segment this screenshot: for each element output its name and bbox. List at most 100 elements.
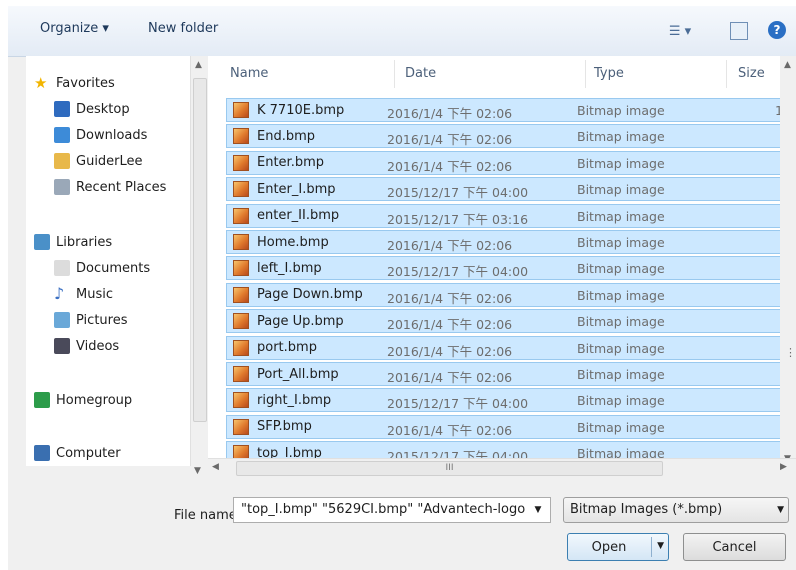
cancel-button-label: Cancel [712,539,757,555]
file-type: Bitmap image [577,393,665,409]
file-row[interactable]: right_I.bmp 2015/12/17 下午 04:00 Bitmap ima… [226,388,796,413]
sidebar-item-computer[interactable]: Computer [34,442,121,464]
file-row[interactable]: Page Up.bmp 2016/1/4 下午 02:06 Bitmap image [226,309,796,334]
file-row[interactable]: End.bmp 2016/1/4 下午 02:06 Bitmap image [226,124,796,149]
sidebar-item-videos[interactable]: Videos [54,335,119,357]
scroll-up-arrow-icon[interactable]: ▲ [195,60,202,70]
file-row[interactable]: left_I.bmp 2015/12/17 下午 04:00 Bitmap imag… [226,256,796,281]
file-date: 2015/12/17 下午 04:00 [387,264,529,280]
file-type: Bitmap image [577,129,665,145]
file-name: End.bmp [257,128,316,144]
desktop-icon [54,101,70,117]
file-date: 2015/12/17 下午 04:00 [387,185,529,201]
homegroup-icon [34,392,50,408]
sidebar-item-label: Recent Places [76,179,167,195]
file-date: 2015/12/17 下午 03:16 [387,211,529,227]
file-date: 2016/1/4 下午 02:06 [387,132,513,148]
scroll-up-arrow-icon[interactable]: ▲ [784,60,791,70]
sidebar-item-label: Pictures [76,312,128,328]
open-options-chevron-icon[interactable]: ▼ [657,541,664,551]
file-type: Bitmap image [577,261,665,277]
file-name: SFP.bmp [257,419,312,435]
file-row[interactable]: K 7710E.bmp 2016/1/4 下午 02:06 Bitmap image… [226,98,796,122]
file-row[interactable]: Port_All.bmp 2016/1/4 下午 02:06 Bitmap imag… [226,362,796,386]
file-date: 2016/1/4 下午 02:06 [387,343,513,359]
new-folder-button[interactable]: New folder [148,21,218,36]
sidebar-item-label: Music [76,286,113,302]
file-row[interactable]: Enter_I.bmp 2015/12/17 下午 04:00 Bitmap ima… [226,177,796,202]
preview-pane-button[interactable] [730,21,748,41]
bitmap-file-icon [233,366,249,382]
scroll-left-arrow-icon[interactable]: ◀ [212,462,219,472]
bitmap-file-icon [233,154,249,171]
open-button[interactable]: Open ▼ [567,533,669,561]
cancel-button[interactable]: Cancel [683,533,786,561]
scroll-down-arrow-icon[interactable]: ▼ [194,466,201,476]
file-row[interactable]: port.bmp 2016/1/4 下午 02:06 Bitmap image [226,335,796,360]
file-type: Bitmap image [577,287,665,303]
sidebar-item-libraries[interactable]: Libraries [34,231,112,253]
sidebar-item-homegroup[interactable]: Homegroup [34,389,132,411]
file-name: Port_All.bmp [257,366,339,382]
sidebar-item-favorites[interactable]: ★ Favorites [34,72,115,94]
file-open-dialog: Organize ▾ New folder ☰ ▾ ? ★ Favorites De… [8,6,796,570]
computer-icon [34,445,50,461]
organize-button[interactable]: Organize ▾ [40,21,109,36]
file-row[interactable]: enter_II.bmp 2015/12/17 下午 03:16 Bitmap im… [226,203,796,228]
chevron-down-icon: ▼ [777,505,784,515]
sidebar-item-label: Libraries [56,234,113,250]
file-name: Enter.bmp [257,155,324,171]
column-divider[interactable] [585,60,586,88]
file-date: 2015/12/17 下午 04:00 [387,396,529,412]
file-row[interactable]: Home.bmp 2016/1/4 下午 02:06 Bitmap image [226,230,796,254]
file-list-vertical-scrollbar[interactable]: ▲ ⋮ ▼ [780,56,796,466]
file-type: Bitmap image [577,367,665,382]
file-name: right_I.bmp [257,392,332,408]
file-row[interactable]: Page Down.bmp 2016/1/4 下午 02:06 Bitmap ima… [226,282,796,307]
navigation-scroll-thumb[interactable] [193,78,207,422]
file-type-filter-select[interactable]: Bitmap Images (*.bmp) ▼ [563,497,789,523]
file-name: Enter_I.bmp [257,181,336,197]
bitmap-file-icon [233,286,249,303]
column-header-row: Name ˄ Date Type Size [208,56,796,92]
sidebar-item-label: Computer [56,445,121,461]
file-name: enter_II.bmp [257,208,340,224]
file-name: left_I.bmp [257,260,322,276]
file-name-cell: enter_II.bmp [233,207,340,224]
file-row[interactable]: SFP.bmp 2016/1/4 下午 02:06 Bitmap image [226,414,796,439]
scroll-grip-icon[interactable]: ⋮ [785,346,796,359]
sidebar-item-desktop[interactable]: Desktop [54,98,130,120]
sidebar-item-documents[interactable]: Documents [54,257,150,279]
column-header-type[interactable]: Type [594,66,624,81]
column-header-date[interactable]: Date [405,66,436,81]
bitmap-file-icon [233,207,249,224]
sidebar-item-guiderlee[interactable]: GuiderLee [54,150,143,172]
navigation-scrollbar[interactable]: ▲ ▼ [190,56,208,476]
file-list: Name ˄ Date Type Size K 7710E.bmp 2016/1/… [208,56,796,466]
file-name: port.bmp [257,340,317,356]
sidebar-item-pictures[interactable]: Pictures [54,309,127,331]
file-row[interactable]: Enter.bmp 2016/1/4 下午 02:06 Bitmap image [226,150,796,175]
split-divider [651,537,652,557]
sidebar-item-downloads[interactable]: Downloads [54,124,147,146]
file-date: 2016/1/4 下午 02:06 [387,422,513,438]
recent-places-icon [54,179,70,195]
sidebar-item-music[interactable]: ♪ Music [54,283,113,305]
horizontal-scroll-thumb[interactable]: III [236,461,663,476]
column-divider[interactable] [726,60,727,88]
column-divider[interactable] [394,60,395,88]
view-options-icon[interactable]: ☰ ▾ [663,21,697,41]
scroll-right-arrow-icon[interactable]: ▶ [780,462,787,472]
column-header-size[interactable]: Size [738,66,765,81]
chevron-down-icon[interactable]: ▼ [526,498,550,522]
help-icon[interactable]: ? [768,21,786,39]
bitmap-file-icon [233,339,249,356]
file-name-cell: port.bmp [233,339,317,356]
navigation-pane: ★ Favorites Desktop Downloads GuiderLee Recen… [26,56,205,466]
file-list-horizontal-scrollbar[interactable]: ◀ III ▶ [208,458,796,477]
file-name-cell: right_I.bmp [233,392,332,409]
column-header-name[interactable]: Name [230,66,268,81]
sidebar-item-recent-places[interactable]: Recent Places [54,176,166,198]
file-date: 2016/1/4 下午 02:06 [387,238,513,253]
file-name-input[interactable]: "top_I.bmp" "5629CI.bmp" "Advantech-logo… [233,497,551,523]
